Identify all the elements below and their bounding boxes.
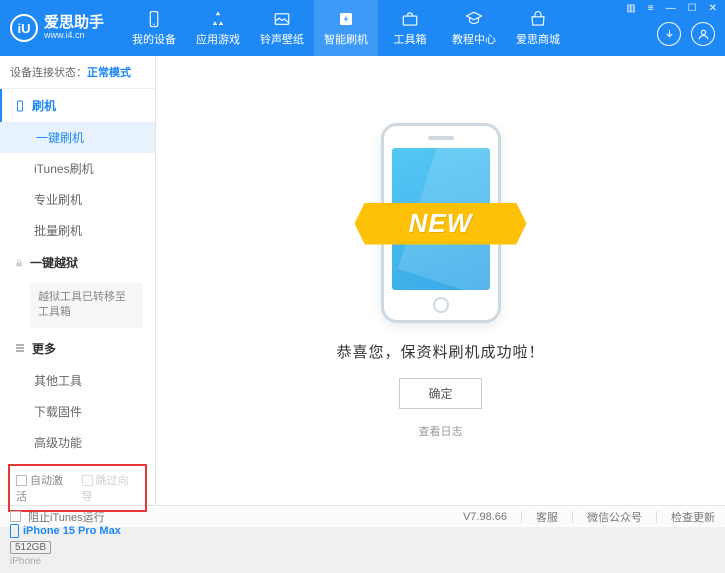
nav-label: 工具箱 (394, 31, 427, 47)
sidebar-item-batch-flash[interactable]: 批量刷机 (0, 215, 155, 246)
nav-apps-games[interactable]: 应用游戏 (186, 0, 250, 56)
title-bar: iU 爱思助手 www.i4.cn 我的设备 应用游戏 铃声壁纸 智能刷机 工具… (0, 0, 725, 56)
nav-label: 教程中心 (452, 31, 496, 47)
nav-my-device[interactable]: 我的设备 (122, 0, 186, 56)
flash-icon (337, 10, 355, 28)
sidebar: 设备连接状态：正常模式 刷机 一键刷机 iTunes刷机 专业刷机 批量刷机 一… (0, 56, 156, 505)
device-status: 设备连接状态：正常模式 (0, 56, 155, 89)
sidebar-item-download-firmware[interactable]: 下载固件 (0, 396, 155, 427)
apps-icon (209, 10, 227, 28)
sidebar-section-flash[interactable]: 刷机 (0, 89, 155, 122)
sidebar-section-more[interactable]: 更多 (0, 332, 155, 365)
window-controls: ▥ ≡ — ☐ ✕ (624, 3, 719, 14)
download-button[interactable] (657, 22, 681, 46)
section-label: 刷机 (32, 97, 56, 114)
main-content: NEW 恭喜您，保资料刷机成功啦！ 确定 查看日志 (156, 56, 725, 505)
version-label: V7.98.66 (463, 511, 507, 523)
nav-label: 应用游戏 (196, 31, 240, 47)
brand: iU 爱思助手 www.i4.cn (0, 14, 114, 42)
device-type: iPhone (10, 556, 145, 567)
phone-small-icon (14, 99, 26, 113)
lock-icon (14, 258, 24, 268)
sidebar-item-pro-flash[interactable]: 专业刷机 (0, 184, 155, 215)
sidebar-item-other-tools[interactable]: 其他工具 (0, 365, 155, 396)
close-icon[interactable]: ✕ (707, 3, 719, 14)
device-info[interactable]: iPhone 15 Pro Max 512GB iPhone (0, 518, 155, 573)
ok-button[interactable]: 确定 (399, 378, 481, 409)
auto-activate-checkbox[interactable]: 自动激活 (16, 472, 74, 504)
view-log-link[interactable]: 查看日志 (419, 423, 463, 439)
sidebar-item-oneclick-flash[interactable]: 一键刷机 (0, 122, 155, 153)
nav-smart-flash[interactable]: 智能刷机 (314, 0, 378, 56)
nav-ringtones[interactable]: 铃声壁纸 (250, 0, 314, 56)
nav-label: 智能刷机 (324, 31, 368, 47)
jailbreak-moved-notice[interactable]: 越狱工具已转移至工具箱 (30, 283, 143, 328)
section-label: 更多 (32, 340, 56, 357)
maximize-icon[interactable]: ☐ (686, 3, 699, 14)
nav-label: 我的设备 (132, 31, 176, 47)
nav-tutorials[interactable]: 教程中心 (442, 0, 506, 56)
menu-icon[interactable]: ≡ (646, 3, 656, 14)
user-button[interactable] (691, 22, 715, 46)
image-icon (273, 10, 291, 28)
brand-url: www.i4.cn (44, 31, 104, 41)
phone-illustration: NEW (381, 123, 501, 323)
sidebar-section-jailbreak: 一键越狱 (0, 246, 155, 279)
nav-toolbox[interactable]: 工具箱 (378, 0, 442, 56)
top-nav: 我的设备 应用游戏 铃声壁纸 智能刷机 工具箱 教程中心 爱思商城 (122, 0, 570, 56)
skip-setup-checkbox: 跳过向导 (82, 472, 140, 504)
nav-label: 爱思商城 (516, 31, 560, 47)
nav-store[interactable]: 爱思商城 (506, 0, 570, 56)
graduation-icon (465, 10, 483, 28)
device-storage: 512GB (10, 541, 51, 554)
section-label: 一键越狱 (30, 254, 78, 271)
brand-logo-icon: iU (10, 14, 38, 42)
device-name: iPhone 15 Pro Max (10, 524, 145, 538)
store-icon (529, 10, 547, 28)
sidebar-item-itunes-flash[interactable]: iTunes刷机 (0, 153, 155, 184)
list-icon (14, 342, 26, 354)
flash-options-highlighted: 自动激活 跳过向导 (8, 464, 147, 512)
sidebar-item-advanced[interactable]: 高级功能 (0, 427, 155, 458)
minimize-icon[interactable]: — (664, 3, 678, 14)
footer-support[interactable]: 客服 (536, 509, 558, 525)
block-itunes-checkbox[interactable]: 阻止iTunes运行 (10, 509, 105, 525)
footer-wechat[interactable]: 微信公众号 (587, 509, 642, 525)
skin-icon[interactable]: ▥ (624, 3, 637, 14)
nav-label: 铃声壁纸 (260, 31, 304, 47)
footer-check-update[interactable]: 检查更新 (671, 509, 715, 525)
phone-icon (145, 10, 163, 28)
success-message: 恭喜您，保资料刷机成功啦！ (336, 341, 544, 362)
toolbox-icon (401, 10, 419, 28)
new-ribbon: NEW (355, 203, 527, 245)
phone-mini-icon (10, 524, 19, 538)
brand-title: 爱思助手 (44, 15, 104, 32)
